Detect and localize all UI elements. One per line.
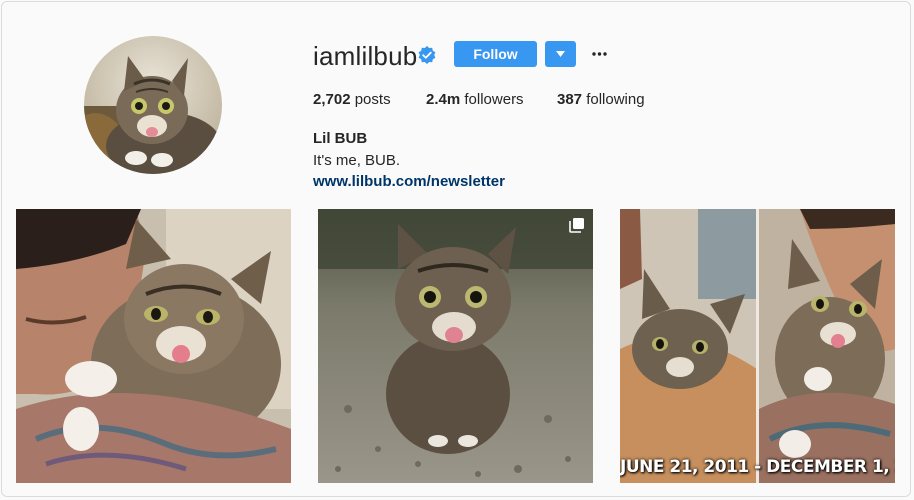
following-stat[interactable]: 387 following <box>557 91 645 109</box>
followers-stat[interactable]: 2.4m followers <box>426 91 524 109</box>
post-2-image <box>318 209 593 483</box>
options-button[interactable] <box>590 44 610 64</box>
profile-avatar[interactable] <box>84 36 222 174</box>
post-thumbnail-3[interactable]: JUNE 21, 2011 - DECEMBER 1, 2019 <box>620 209 895 483</box>
profile-bio: It's me, BUB. <box>313 152 401 169</box>
posts-count: 2,702 <box>313 91 351 108</box>
profile-username: iamlilbub <box>313 41 418 71</box>
profile-website-link[interactable]: www.lilbub.com/newsletter <box>313 173 505 191</box>
verified-badge-icon <box>418 46 436 64</box>
follow-button[interactable]: Follow <box>454 41 537 67</box>
profile-full-name: Lil BUB <box>313 130 368 147</box>
caret-down-icon <box>556 51 565 57</box>
posts-label: posts <box>354 91 391 108</box>
suggestions-dropdown-button[interactable] <box>545 41 576 67</box>
followers-label: followers <box>464 91 524 108</box>
following-label: following <box>586 91 645 108</box>
post-thumbnail-2[interactable] <box>318 209 593 483</box>
following-count: 387 <box>557 91 583 108</box>
post-3-date-caption: JUNE 21, 2011 - DECEMBER 1, 2019 <box>620 457 895 477</box>
post-1-image <box>16 209 291 483</box>
post-3-image <box>620 209 895 483</box>
followers-count: 2.4m <box>426 91 461 108</box>
posts-stat: 2,702 posts <box>313 91 391 109</box>
multiple-photos-icon <box>569 217 585 233</box>
post-thumbnail-1[interactable] <box>16 209 291 483</box>
ellipsis-icon <box>592 52 607 56</box>
